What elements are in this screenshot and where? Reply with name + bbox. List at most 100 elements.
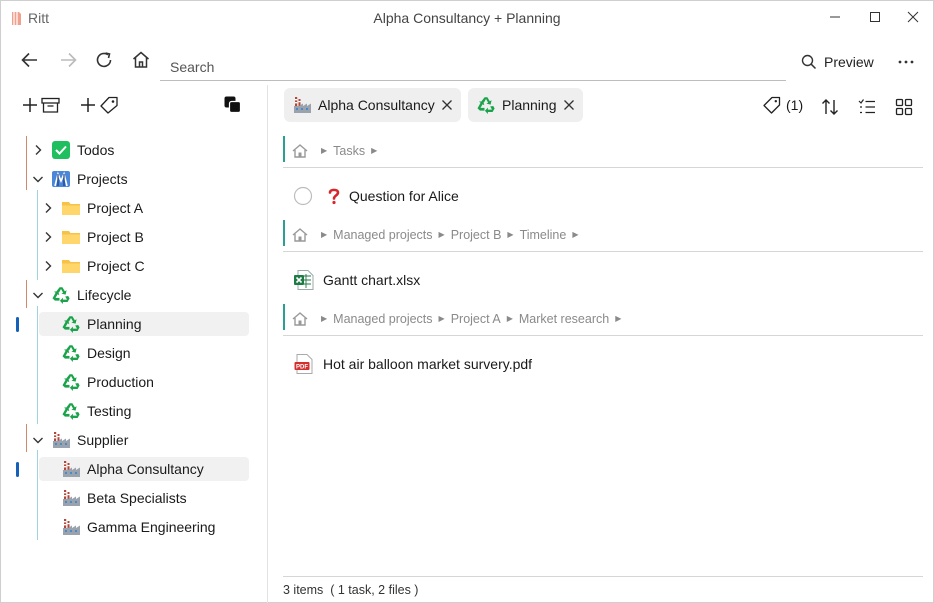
chevron-down-icon[interactable] [31,288,45,302]
tree-item-label: Alpha Consultancy [87,461,204,477]
tree-item-alpha-consultancy[interactable]: Alpha Consultancy [39,457,249,481]
tree-line [26,136,27,190]
tree-item-todos[interactable]: Todos [31,138,231,162]
home-icon[interactable] [291,143,309,159]
tag-icon [763,96,781,114]
search-input[interactable] [160,51,786,79]
breadcrumb-item[interactable]: Tasks [333,144,365,158]
forward-icon[interactable] [57,49,79,71]
breadcrumb-separator: ▶ [507,230,514,239]
chevron-right-icon[interactable] [41,201,55,215]
breadcrumb-item[interactable]: Timeline [520,228,567,242]
tree-item-projects[interactable]: Projects [31,167,231,191]
minimize-icon[interactable] [823,7,847,27]
tree-line [26,280,27,308]
breadcrumb-separator: ▶ [321,314,328,323]
title-bar: Ritt Alpha Consultancy + Planning [1,1,933,35]
breadcrumb: ▶ Managed projects ▶ Project B ▶ Timelin… [283,218,923,252]
chevron-right-icon[interactable] [41,230,55,244]
factory-icon [292,95,312,115]
tree-item-project-a[interactable]: Project A [41,196,241,220]
tree-item-label: Production [87,374,154,390]
breadcrumb-item[interactable]: Managed projects [333,312,432,326]
projects-icon [52,171,70,187]
recycle-icon [61,343,81,363]
collapse-all-icon[interactable] [223,95,243,115]
chevron-down-icon[interactable] [31,172,45,186]
breadcrumb-item[interactable]: Project A [451,312,501,326]
task-checkbox[interactable] [293,186,313,206]
tree-item-testing[interactable]: Testing [39,399,249,423]
tree-item-lifecycle[interactable]: Lifecycle [31,283,231,307]
preview-button[interactable]: Preview [801,51,874,73]
list-view-icon[interactable] [857,97,877,117]
maximize-icon[interactable] [863,7,887,27]
breadcrumb-item[interactable]: Market research [519,312,609,326]
remove-filter-icon[interactable] [563,99,575,111]
chevron-right-icon[interactable] [31,143,45,157]
factory-icon [61,488,81,508]
chevron-right-icon[interactable] [41,259,55,273]
breadcrumb-accent [283,220,285,246]
home-icon[interactable] [130,49,152,71]
preview-label: Preview [824,54,874,70]
remove-filter-icon[interactable] [441,99,453,111]
breadcrumb-separator: ▶ [506,314,513,323]
tree-item-label: Project B [87,229,144,245]
home-icon[interactable] [291,227,309,243]
tree-item-project-c[interactable]: Project C [41,254,241,278]
todo-check-icon [52,141,70,159]
chevron-down-icon[interactable] [31,433,45,447]
add-tag-button[interactable] [79,95,121,115]
filter-chip-planning[interactable]: Planning [468,88,583,122]
sidebar: Todos Projects Project A Project B Proje… [1,85,268,603]
add-category-button[interactable] [21,95,63,115]
grid-view-icon[interactable] [894,97,914,117]
tree-item-production[interactable]: Production [39,370,249,394]
selection-marker [16,317,19,332]
tree-item-beta-specialists[interactable]: Beta Specialists [39,486,249,510]
sidebar-toolbar [1,85,268,125]
pdf-icon: PDF [294,354,313,374]
list-item[interactable]: PDF Hot air balloon market survery.pdf [293,352,532,376]
sort-icon[interactable] [820,97,840,117]
home-icon[interactable] [291,311,309,327]
refresh-icon[interactable] [93,49,115,71]
more-options-icon[interactable] [895,51,917,73]
tree-item-label: Supplier [77,432,129,448]
search-box[interactable] [160,51,786,81]
window-title: Alpha Consultancy + Planning [373,10,561,26]
list-item[interactable]: Gantt chart.xlsx [293,268,420,292]
svg-text:PDF: PDF [296,365,308,371]
tree-item-label: Lifecycle [77,287,132,303]
list-item[interactable]: Question for Alice [293,184,459,208]
breadcrumb-item[interactable]: Project B [451,228,502,242]
breadcrumb-separator: ▶ [572,230,579,239]
recycle-icon [61,401,81,421]
status-bar: 3 items ( 1 task, 2 files ) [283,576,923,602]
item-label: Gantt chart.xlsx [323,272,421,288]
tag-filter-button[interactable]: (1) [763,96,803,114]
tree-item-label: Todos [77,142,115,158]
breadcrumb-accent [283,304,285,330]
tree-item-label: Project C [87,258,145,274]
item-count-status: 3 items ( 1 task, 2 files ) [283,582,419,597]
folder-icon [61,256,81,276]
tree-item-planning[interactable]: Planning [39,312,249,336]
item-label: Hot air balloon market survery.pdf [323,356,533,372]
tree-item-label: Project A [87,200,144,216]
filter-chip-alpha-consultancy[interactable]: Alpha Consultancy [284,88,461,122]
breadcrumb-item[interactable]: Managed projects [333,228,432,242]
tree-item-design[interactable]: Design [39,341,249,365]
filter-bar: Alpha Consultancy Planning (1) [269,85,933,127]
tree-item-gamma-engineering[interactable]: Gamma Engineering [39,515,249,539]
tree-item-supplier[interactable]: Supplier [31,428,231,452]
tree-item-label: Projects [77,171,128,187]
tree-item-project-b[interactable]: Project B [41,225,241,249]
close-icon[interactable] [901,7,925,27]
recycle-icon [61,372,81,392]
breadcrumb-separator: ▶ [438,230,445,239]
tree-line [37,450,38,540]
tree-item-label: Gamma Engineering [87,519,216,535]
back-icon[interactable] [19,49,41,71]
